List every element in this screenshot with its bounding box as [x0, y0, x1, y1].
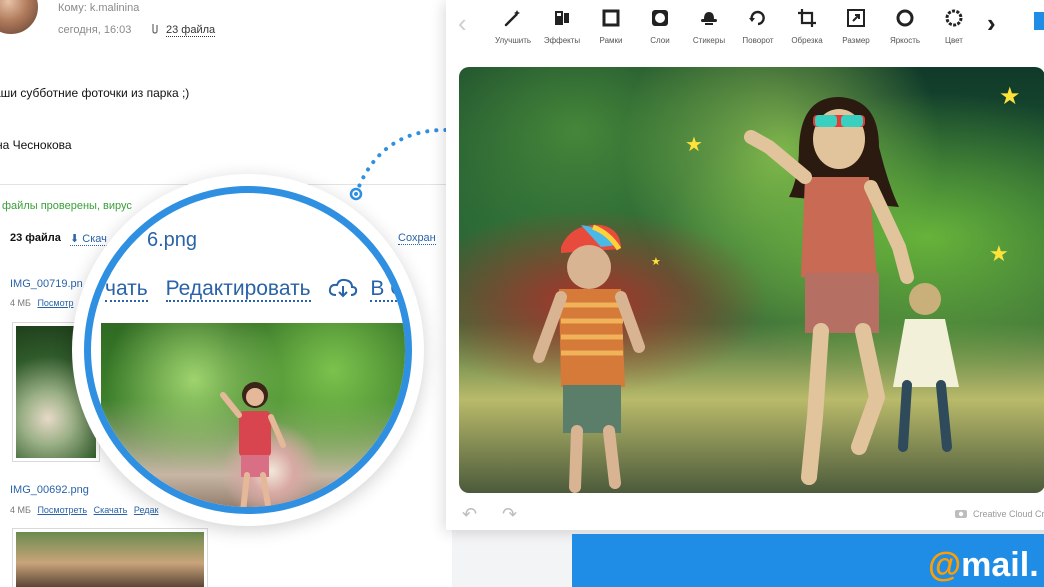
tool-label: Яркость: [889, 36, 921, 45]
paperclip-icon: [152, 24, 158, 34]
tool-label: Обрезка: [791, 36, 823, 45]
tool-label: Поворот: [742, 36, 774, 45]
star-sticker: ★: [685, 134, 703, 156]
view-link[interactable]: Посмотреть: [37, 505, 87, 515]
sender-avatar: [0, 0, 40, 36]
logo-name: mail.: [961, 546, 1039, 584]
magnifier-callout: 6.png чать Редактировать В С: [72, 174, 424, 526]
file-name-link[interactable]: IMG_00692.png: [10, 484, 89, 496]
redo-button[interactable]: ↷: [502, 504, 517, 525]
layers-icon: [652, 10, 668, 26]
zoomed-edit-link[interactable]: Редактировать: [165, 277, 311, 302]
download-arrow-icon: ⬇: [70, 233, 80, 245]
creative-cloud-credit: Creative Cloud Cr: [973, 509, 1044, 519]
zoomed-download-link[interactable]: чать: [105, 277, 148, 302]
tool-enhance[interactable]: Улучшить: [488, 8, 538, 45]
crop-icon: [798, 9, 816, 27]
toolbar-next-button[interactable]: ›: [987, 10, 996, 36]
tool-crop[interactable]: Обрезка: [782, 8, 832, 45]
boy-figure: [533, 224, 645, 493]
message-date: сегодня, 16:03: [58, 24, 132, 36]
rotate-icon: [749, 10, 765, 26]
save-to-cloud-link[interactable]: Сохран: [398, 232, 436, 245]
promo-stage: Кому: k.malinina сегодня, 16:03 23 файла…: [0, 0, 1044, 587]
small-girl-figure: [893, 283, 959, 452]
sticker-hat-icon: [701, 12, 717, 25]
tool-layers[interactable]: Слои: [635, 8, 685, 45]
tool-stickers[interactable]: Стикеры: [684, 8, 734, 45]
recipient-line: Кому: k.malinina: [58, 2, 140, 14]
tool-rotate[interactable]: Поворот: [733, 8, 783, 45]
tool-label: Слои: [650, 36, 670, 45]
view-link[interactable]: Посмотр: [37, 298, 73, 308]
photo-editor-panel: ‹ Улучшить Эффекты Рамки Слои Стикеры По…: [446, 0, 1044, 530]
brightness-icon: [896, 9, 914, 27]
download-all-label: Скач: [82, 233, 107, 245]
effects-icon: [555, 11, 569, 25]
tool-label: Улучшить: [494, 36, 532, 45]
star-sticker: ★: [999, 83, 1021, 110]
download-all-link[interactable]: ⬇ Скач: [70, 232, 107, 246]
girl-figure: [220, 382, 286, 507]
toolbar-accent-tab[interactable]: [1034, 12, 1044, 30]
resize-icon: [847, 9, 865, 27]
message-body-line: аши субботние фоточки из парка ;): [0, 86, 190, 100]
tool-frames[interactable]: Рамки: [586, 8, 636, 45]
file-meta: 4 МБ Посмотр: [10, 298, 74, 308]
edited-photo-canvas[interactable]: ★ ★ ★ ★: [459, 67, 1044, 493]
zoomed-cloud-link[interactable]: В С: [370, 277, 405, 302]
file-name-link[interactable]: IMG_00719.pn: [10, 278, 83, 290]
files-count: 23 файла: [10, 232, 61, 244]
file-size: 4 МБ: [10, 505, 31, 515]
mailru-logo: @mail.: [928, 546, 1039, 585]
tool-effects[interactable]: Эффекты: [537, 8, 587, 45]
star-sticker: ★: [989, 241, 1009, 266]
magnifier-lens: 6.png чать Редактировать В С: [84, 186, 412, 514]
creative-cloud-icon: [955, 510, 967, 518]
tool-label: Размер: [842, 36, 870, 45]
zoomed-file-name: 6.png: [147, 229, 198, 251]
logo-at-sign: @: [928, 546, 962, 584]
editor-toolbar: ‹ Улучшить Эффекты Рамки Слои Стикеры По…: [446, 0, 1044, 58]
thumbnail-image: [16, 532, 204, 587]
tool-brightness[interactable]: Яркость: [880, 8, 930, 45]
zoomed-actions: чать Редактировать В С: [105, 277, 405, 302]
frame-icon: [602, 9, 620, 27]
tool-label: Цвет: [945, 36, 963, 45]
tool-color[interactable]: Цвет: [929, 8, 979, 45]
brand-banner: @mail.: [572, 534, 1044, 587]
color-icon: [945, 9, 963, 27]
tool-label: Эффекты: [543, 36, 581, 45]
toolbar-prev-button[interactable]: ‹: [458, 10, 467, 36]
tool-label: Стикеры: [692, 36, 726, 45]
file-thumbnail[interactable]: [12, 528, 208, 587]
editor-footer: ↶ ↷ Creative Cloud Cr: [446, 500, 1044, 530]
file-size: 4 МБ: [10, 298, 31, 308]
zoomed-photo: [101, 323, 405, 507]
undo-button[interactable]: ↶: [462, 504, 477, 525]
tool-label: Рамки: [599, 36, 623, 45]
magic-wand-icon: [504, 10, 520, 27]
message-signature: на Чеснокова: [0, 138, 72, 152]
virus-check-status: файлы проверены, вирус: [2, 200, 132, 212]
cloud-download-icon: [329, 278, 358, 298]
star-sticker: ★: [651, 256, 661, 268]
tool-resize[interactable]: Размер: [831, 8, 881, 45]
attachments-link[interactable]: 23 файла: [166, 24, 216, 37]
